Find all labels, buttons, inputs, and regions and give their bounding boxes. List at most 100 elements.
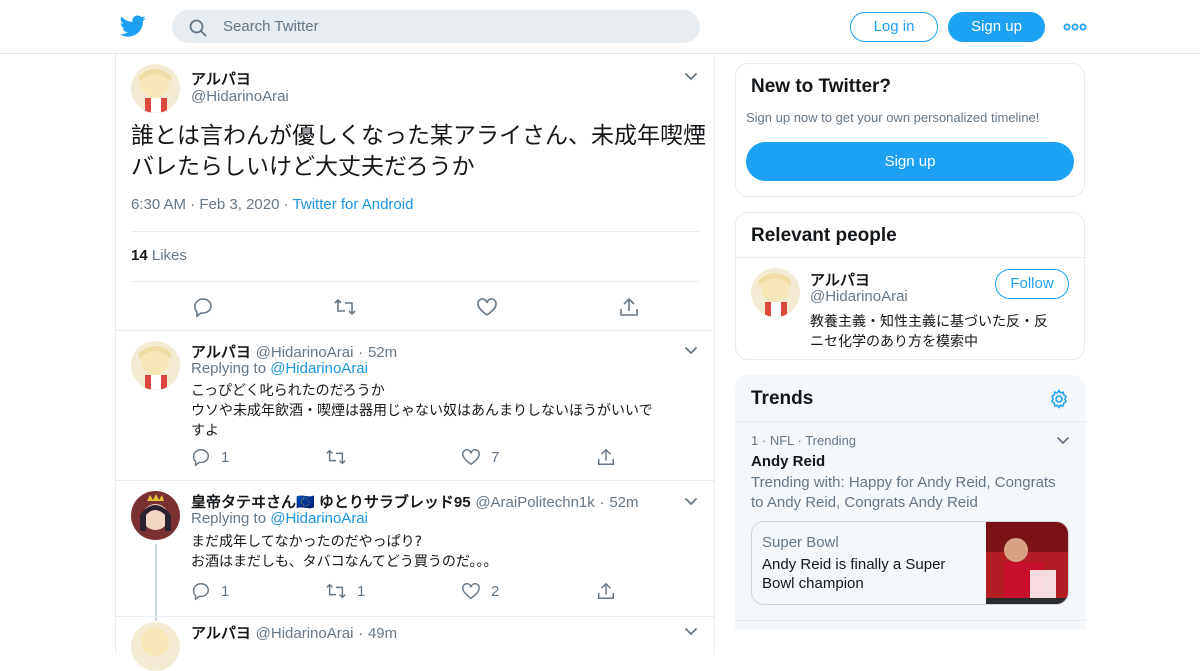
author-name[interactable]: アルパヨ xyxy=(191,68,251,89)
login-button[interactable]: Log in xyxy=(850,12,938,42)
share-button[interactable] xyxy=(596,581,616,601)
tweet-source[interactable]: Twitter for Android xyxy=(293,196,414,213)
reply-text: まだ成年してなかったのだやっぱり? お酒はまだしも、タバコなんてどう買うのだ。。… xyxy=(191,532,691,572)
author-handle[interactable]: @AraiPolitechn1k xyxy=(475,494,594,511)
more-icon[interactable] xyxy=(1062,17,1088,37)
reply-text: こっぴどく叱られたのだろうか ウソや未成年飲酒・喫煙は器用じゃない奴はあんまりし… xyxy=(191,381,691,441)
author-handle[interactable]: @HidarinoArai xyxy=(256,625,354,642)
twitter-bird-icon[interactable] xyxy=(120,13,146,39)
reply-button[interactable]: 1 xyxy=(191,447,229,467)
timeline-column: アルパヨ @HidarinoArai 誰とは言わんが優しくなった某アライさん、未… xyxy=(115,54,715,671)
retweet-icon xyxy=(334,298,356,316)
avatar[interactable] xyxy=(131,622,180,671)
avatar-image xyxy=(131,341,180,390)
author-name[interactable]: アルパヨ xyxy=(191,625,251,642)
replying-to-handle[interactable]: @HidarinoArai xyxy=(270,360,368,377)
trending-with-line: Trending with: Happy for Andy Reid, Cong… xyxy=(751,474,1056,491)
news-card[interactable]: Super Bowl Andy Reid is finally a Super … xyxy=(751,521,1069,605)
follow-button[interactable]: Follow xyxy=(995,269,1069,299)
headline-line: Bowl champion xyxy=(762,575,864,592)
bio-line: 教養主義・知性主義に基づいた反・反 xyxy=(810,314,1048,330)
like-count: 7 xyxy=(491,448,500,466)
tweet-date[interactable]: Feb 3, 2020 xyxy=(199,196,279,213)
share-button[interactable] xyxy=(596,447,616,467)
news-thumbnail xyxy=(986,522,1068,604)
search-box[interactable] xyxy=(172,10,700,43)
avatar[interactable] xyxy=(751,268,800,317)
reply-line: すよ xyxy=(191,423,219,439)
chevron-down-icon[interactable] xyxy=(684,627,698,636)
retweet-icon xyxy=(326,583,346,599)
likes-stat[interactable]: 14 Likes xyxy=(131,247,187,264)
author-handle[interactable]: @HidarinoArai xyxy=(256,344,354,361)
avatar-image xyxy=(131,491,180,540)
retweet-button[interactable]: 1 xyxy=(325,581,365,601)
author-name[interactable]: アルパヨ xyxy=(191,344,251,361)
divider xyxy=(736,421,1086,422)
trending-with: Trending with: Happy for Andy Reid, Cong… xyxy=(751,473,1071,513)
like-button[interactable]: 2 xyxy=(461,581,499,601)
reply-tweet: アルパヨ @HidarinoArai · 49m xyxy=(116,616,714,671)
retweet-button[interactable] xyxy=(333,296,357,318)
reply-header: 皇帝タテヰさん🇪🇺 ゆとりサラブレッド95 @AraiPolitechn1k ·… xyxy=(191,491,639,512)
replying-to-handle[interactable]: @HidarinoArai xyxy=(270,510,368,527)
share-icon xyxy=(598,582,614,599)
like-icon xyxy=(462,449,480,466)
reply-button[interactable]: 1 xyxy=(191,581,229,601)
avatar[interactable] xyxy=(131,64,180,113)
card-subtitle: Sign up now to get your own personalized… xyxy=(746,110,1040,125)
avatar-image xyxy=(751,268,800,317)
person-handle[interactable]: @HidarinoArai xyxy=(810,288,908,305)
thread-line xyxy=(155,544,157,621)
meta-separator: · xyxy=(358,344,364,361)
share-icon xyxy=(598,448,614,465)
avatar[interactable] xyxy=(131,341,180,390)
signup-button-large[interactable]: Sign up xyxy=(746,142,1074,181)
main-tweet: アルパヨ @HidarinoArai 誰とは言わんが優しくなった某アライさん、未… xyxy=(116,54,714,331)
reply-line: こっぴどく叱られたのだろうか xyxy=(191,383,385,399)
meta-separator: · xyxy=(599,494,605,511)
trend-name[interactable]: Andy Reid xyxy=(751,453,825,470)
like-button[interactable] xyxy=(476,296,498,318)
tweet-meta: 6:30 AM · Feb 3, 2020 · Twitter for Andr… xyxy=(131,196,413,213)
bio-line: ニセ化学のあり方を模索中 xyxy=(810,334,978,350)
settings-gear-icon[interactable] xyxy=(1049,389,1069,409)
signup-button[interactable]: Sign up xyxy=(948,12,1045,42)
author-handle[interactable]: @HidarinoArai xyxy=(191,88,289,105)
chevron-down-icon[interactable] xyxy=(684,72,698,81)
tweet-age[interactable]: 52m xyxy=(368,344,397,361)
tweet-time[interactable]: 6:30 AM xyxy=(131,196,186,213)
search-icon xyxy=(189,19,207,37)
tweet-age[interactable]: 52m xyxy=(609,494,638,511)
search-input[interactable] xyxy=(223,11,683,42)
reply-header: アルパヨ @HidarinoArai · 49m xyxy=(191,622,397,643)
new-to-twitter-card: New to Twitter? Sign up now to get your … xyxy=(735,63,1085,197)
author-name[interactable]: 皇帝タテヰさん🇪🇺 ゆとりサラブレッド95 xyxy=(191,494,471,511)
reply-icon xyxy=(192,583,209,601)
like-count: 2 xyxy=(491,582,500,600)
person-name[interactable]: アルパヨ xyxy=(810,269,870,290)
reply-icon xyxy=(194,298,212,318)
tweet-age[interactable]: 49m xyxy=(368,625,397,642)
retweet-button[interactable] xyxy=(325,447,357,467)
reply-line: ウソや未成年飲酒・喫煙は器用じゃない奴はあんまりしないほうがいいで xyxy=(191,403,653,419)
divider xyxy=(131,231,699,232)
relevant-people-card: Relevant people アルパヨ @HidarinoArai Follo… xyxy=(735,212,1085,360)
news-headline: Andy Reid is finally a Super Bowl champi… xyxy=(762,555,972,593)
divider xyxy=(736,257,1084,258)
chevron-down-icon[interactable] xyxy=(684,497,698,506)
top-bar: Log in Sign up xyxy=(0,0,1200,54)
trend-meta: 1 · NFL · Trending xyxy=(751,433,856,448)
reply-button[interactable] xyxy=(192,296,214,318)
avatar[interactable] xyxy=(131,491,180,540)
retweet-icon xyxy=(326,449,346,465)
trends-card: Trends 1 · NFL · Trending Andy Reid Tren… xyxy=(735,375,1086,630)
chevron-down-icon[interactable] xyxy=(1056,436,1070,445)
chevron-down-icon[interactable] xyxy=(684,346,698,355)
likes-label: Likes xyxy=(151,247,187,264)
news-source: Super Bowl xyxy=(762,534,839,551)
card-title: New to Twitter? xyxy=(751,76,892,97)
like-button[interactable]: 7 xyxy=(461,447,499,467)
meta-separator: · xyxy=(283,196,293,213)
share-button[interactable] xyxy=(618,296,640,318)
